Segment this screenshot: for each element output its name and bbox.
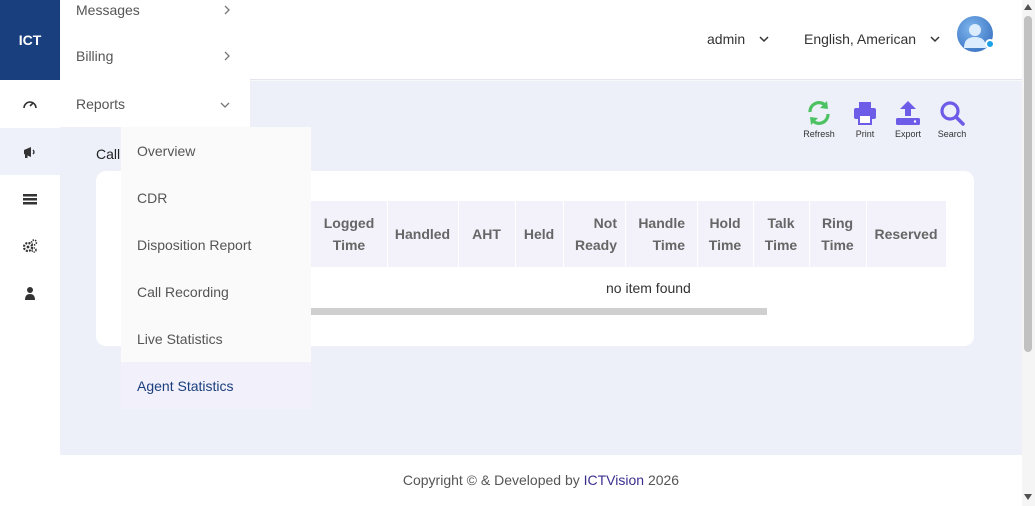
col-ring-time[interactable]: Ring Time xyxy=(809,201,866,267)
col-aht[interactable]: AHT xyxy=(458,201,515,267)
print-label: Print xyxy=(855,129,875,139)
footer-prefix: Copyright © & Developed by xyxy=(402,472,584,488)
col-not-ready[interactable]: Not Ready xyxy=(563,201,625,267)
export-button[interactable]: Export xyxy=(886,100,930,139)
logo[interactable]: ICT xyxy=(0,0,60,80)
rail-item-lists[interactable] xyxy=(0,175,60,222)
rail-item-users[interactable] xyxy=(0,269,60,316)
submenu-item-cdr[interactable]: CDR xyxy=(121,174,311,221)
print-button[interactable]: Print xyxy=(843,100,887,139)
export-label: Export xyxy=(894,129,921,139)
online-status-dot xyxy=(985,39,995,49)
col-logged-time[interactable]: Logged Time xyxy=(311,201,387,267)
scrollbar-thumb[interactable] xyxy=(1024,16,1032,352)
user-icon xyxy=(25,286,35,300)
search-icon xyxy=(940,101,965,126)
search-button[interactable]: Search xyxy=(930,100,974,139)
section-label: Call xyxy=(96,146,121,162)
chevron-right-icon xyxy=(224,5,230,15)
list-icon xyxy=(23,193,37,204)
col-reserved[interactable]: Reserved xyxy=(866,201,946,267)
chevron-down-icon xyxy=(930,36,940,43)
rail-item-settings[interactable] xyxy=(0,222,60,269)
print-icon xyxy=(854,102,876,125)
settings-icon xyxy=(22,238,38,253)
chevron-down-icon xyxy=(220,102,230,108)
refresh-icon xyxy=(808,101,830,125)
search-label: Search xyxy=(937,129,967,139)
page-vertical-scrollbar[interactable] xyxy=(1022,0,1035,506)
footer-brand-link[interactable]: ICTVision xyxy=(584,472,644,488)
language-select[interactable]: English, American xyxy=(804,31,940,47)
submenu-item-disposition-report[interactable]: Disposition Report xyxy=(121,221,311,268)
footer: Copyright © & Developed by ICTVision 202… xyxy=(60,455,1022,506)
rail-item-dashboard[interactable] xyxy=(0,81,60,128)
submenu-item-call-recording[interactable]: Call Recording xyxy=(121,268,311,315)
submenu-item-overview[interactable]: Overview xyxy=(121,127,311,174)
col-handled[interactable]: Handled xyxy=(387,201,458,267)
table-horizontal-scrollbar[interactable] xyxy=(311,308,767,315)
language-value: English, American xyxy=(804,31,917,47)
submenu-item-agent-statistics[interactable]: Agent Statistics xyxy=(121,362,311,409)
chevron-down-icon xyxy=(759,36,769,43)
refresh-button[interactable]: Refresh xyxy=(797,100,841,139)
menu-item-billing[interactable]: Billing xyxy=(76,48,113,64)
menu-item-reports[interactable]: Reports xyxy=(76,96,125,112)
chevron-right-icon xyxy=(224,51,230,61)
rail-item-campaigns[interactable] xyxy=(0,128,60,175)
export-icon xyxy=(896,101,920,125)
scroll-down-arrow-icon[interactable] xyxy=(1024,494,1032,500)
empty-table-message: no item found xyxy=(606,280,691,296)
user-menu[interactable]: admin xyxy=(707,31,769,47)
col-talk-time[interactable]: Talk Time xyxy=(753,201,809,267)
footer-year: 2026 xyxy=(644,472,680,488)
menu-item-messages[interactable]: Messages xyxy=(76,2,140,18)
col-handle-time[interactable]: Handle Time xyxy=(625,201,697,267)
refresh-label: Refresh xyxy=(803,129,835,139)
nav-menu: Messages Billing Reports xyxy=(60,0,250,127)
user-name: admin xyxy=(707,31,746,47)
col-held[interactable]: Held xyxy=(515,201,563,267)
icon-rail: ICT xyxy=(0,0,60,506)
submenu-item-live-statistics[interactable]: Live Statistics xyxy=(121,315,311,362)
col-hold-time[interactable]: Hold Time xyxy=(697,201,753,267)
scroll-up-arrow-icon[interactable] xyxy=(1024,4,1032,10)
megaphone-icon xyxy=(24,146,35,158)
dashboard-icon xyxy=(23,100,37,108)
